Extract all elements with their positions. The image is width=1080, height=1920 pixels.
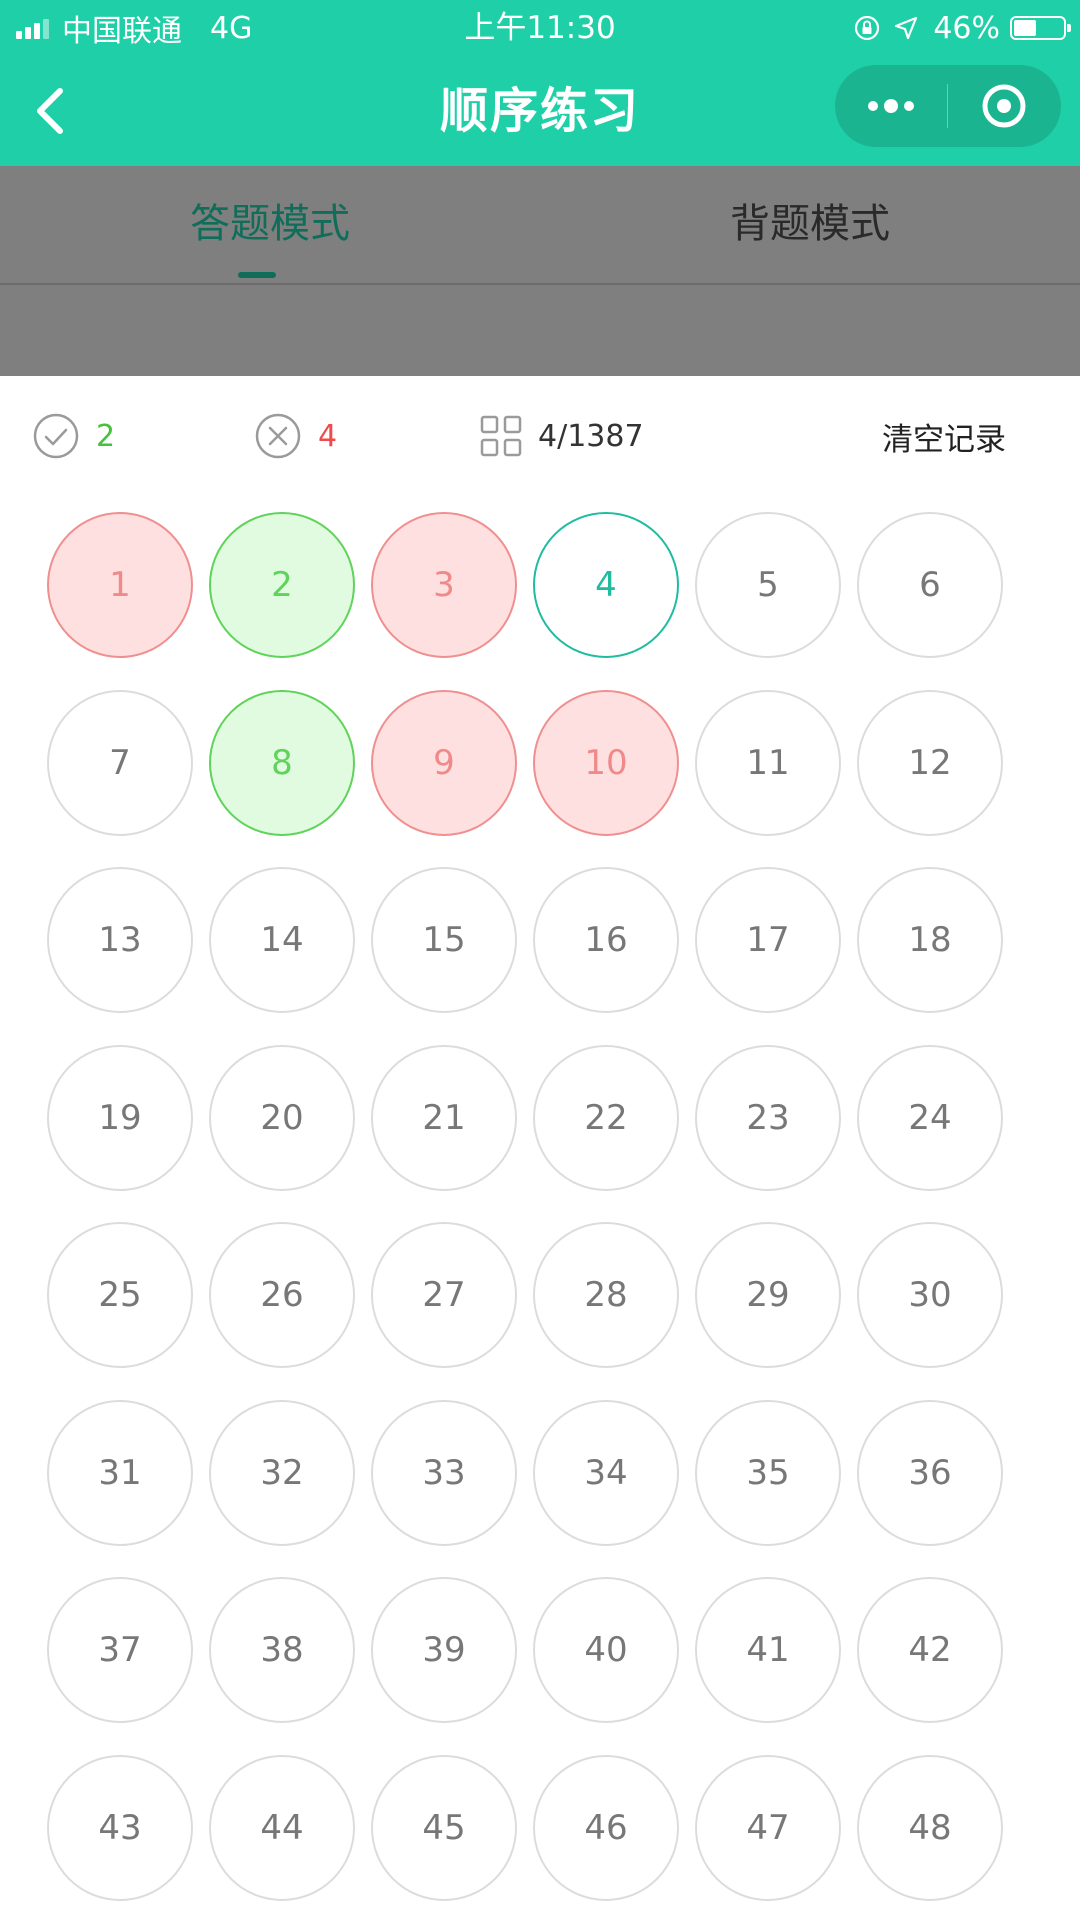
stats-bar: 2 4 4/1387 清空记录 <box>0 406 1080 466</box>
question-33-button[interactable]: 33 <box>371 1400 517 1546</box>
question-11-button[interactable]: 11 <box>695 690 841 836</box>
tab-answer-mode[interactable]: 答题模式 <box>0 166 540 283</box>
question-12-button[interactable]: 12 <box>857 690 1003 836</box>
question-5-button[interactable]: 5 <box>695 512 841 658</box>
question-3-button[interactable]: 3 <box>371 512 517 658</box>
question-25-button[interactable]: 25 <box>47 1222 193 1368</box>
dim-overlay[interactable]: 答题模式 背题模式 <box>0 166 1080 376</box>
question-43-button[interactable]: 43 <box>47 1755 193 1901</box>
mini-program-capsule <box>835 65 1061 147</box>
question-41-button[interactable]: 41 <box>695 1577 841 1723</box>
question-26-button[interactable]: 26 <box>209 1222 355 1368</box>
x-circle-icon <box>254 412 302 460</box>
wrong-stat: 4 <box>254 406 337 466</box>
question-42-button[interactable]: 42 <box>857 1577 1003 1723</box>
question-19-button[interactable]: 19 <box>47 1045 193 1191</box>
question-31-button[interactable]: 31 <box>47 1400 193 1546</box>
rotation-lock-icon <box>853 14 881 42</box>
question-2-button[interactable]: 2 <box>209 512 355 658</box>
question-30-button[interactable]: 30 <box>857 1222 1003 1368</box>
tab-recite-mode[interactable]: 背题模式 <box>540 166 1080 283</box>
location-icon <box>893 15 919 41</box>
battery-icon <box>1010 16 1071 40</box>
target-close-icon <box>982 84 1026 128</box>
grid-icon <box>480 415 522 457</box>
active-tab-indicator <box>238 272 276 278</box>
more-dots-icon <box>868 99 914 113</box>
wrong-count: 4 <box>318 418 338 454</box>
more-button[interactable] <box>835 65 947 147</box>
question-9-button[interactable]: 9 <box>371 690 517 836</box>
question-44-button[interactable]: 44 <box>209 1755 355 1901</box>
question-4-button[interactable]: 4 <box>533 512 679 658</box>
clear-records-button[interactable]: 清空记录 <box>882 406 1006 466</box>
answer-sheet: 2 4 4/1387 清空记录 1234567 8 9 10 11 12 13 … <box>0 376 1080 1920</box>
question-13-button[interactable]: 13 <box>47 867 193 1013</box>
question-39-button[interactable]: 39 <box>371 1577 517 1723</box>
correct-count: 2 <box>96 418 116 454</box>
question-21-button[interactable]: 21 <box>371 1045 517 1191</box>
question-28-button[interactable]: 28 <box>533 1222 679 1368</box>
question-29-button[interactable]: 29 <box>695 1222 841 1368</box>
question-38-button[interactable]: 38 <box>209 1577 355 1723</box>
question-24-button[interactable]: 24 <box>857 1045 1003 1191</box>
question-47-button[interactable]: 47 <box>695 1755 841 1901</box>
check-circle-icon <box>32 412 80 460</box>
question-6-button[interactable]: 6 <box>857 512 1003 658</box>
question-37-button[interactable]: 37 <box>47 1577 193 1723</box>
question-18-button[interactable]: 18 <box>857 867 1003 1013</box>
question-17-button[interactable]: 17 <box>695 867 841 1013</box>
question-1-button[interactable]: 1 <box>47 512 193 658</box>
question-16-button[interactable]: 16 <box>533 867 679 1013</box>
progress-stat: 4/1387 <box>480 406 644 466</box>
question-23-button[interactable]: 23 <box>695 1045 841 1191</box>
progress-text: 4/1387 <box>538 418 644 454</box>
question-36-button[interactable]: 36 <box>857 1400 1003 1546</box>
mode-tabs: 答题模式 背题模式 <box>0 166 1080 285</box>
question-46-button[interactable]: 46 <box>533 1755 679 1901</box>
status-bar: 中国联通 4G 上午11:30 46% <box>0 0 1080 56</box>
question-grid: 1 2 3 4 5 6 7 8 9 10 11 12 13 14 15 16 17 18 19 20 21 22 23 24 2… <box>47 512 1047 1920</box>
question-34-button[interactable]: 34 <box>533 1400 679 1546</box>
question-7-button[interactable]: 7 <box>47 690 193 836</box>
question-48-button[interactable]: 48 <box>857 1755 1003 1901</box>
correct-stat: 2 <box>32 406 115 466</box>
battery-percent: 46% <box>933 10 1000 46</box>
question-15-button[interactable]: 15 <box>371 867 517 1013</box>
question-22-button[interactable]: 22 <box>533 1045 679 1191</box>
question-45-button[interactable]: 45 <box>371 1755 517 1901</box>
question-32-button[interactable]: 32 <box>209 1400 355 1546</box>
question-40-button[interactable]: 40 <box>533 1577 679 1723</box>
question-10-button[interactable]: 10 <box>533 690 679 836</box>
close-button[interactable] <box>948 65 1060 147</box>
question-8-button[interactable]: 8 <box>209 690 355 836</box>
question-27-button[interactable]: 27 <box>371 1222 517 1368</box>
nav-bar: 顺序练习 <box>0 56 1080 166</box>
question-20-button[interactable]: 20 <box>209 1045 355 1191</box>
question-35-button[interactable]: 35 <box>695 1400 841 1546</box>
status-right: 46% <box>853 8 1071 48</box>
battery-fill <box>1014 20 1036 36</box>
question-14-button[interactable]: 14 <box>209 867 355 1013</box>
